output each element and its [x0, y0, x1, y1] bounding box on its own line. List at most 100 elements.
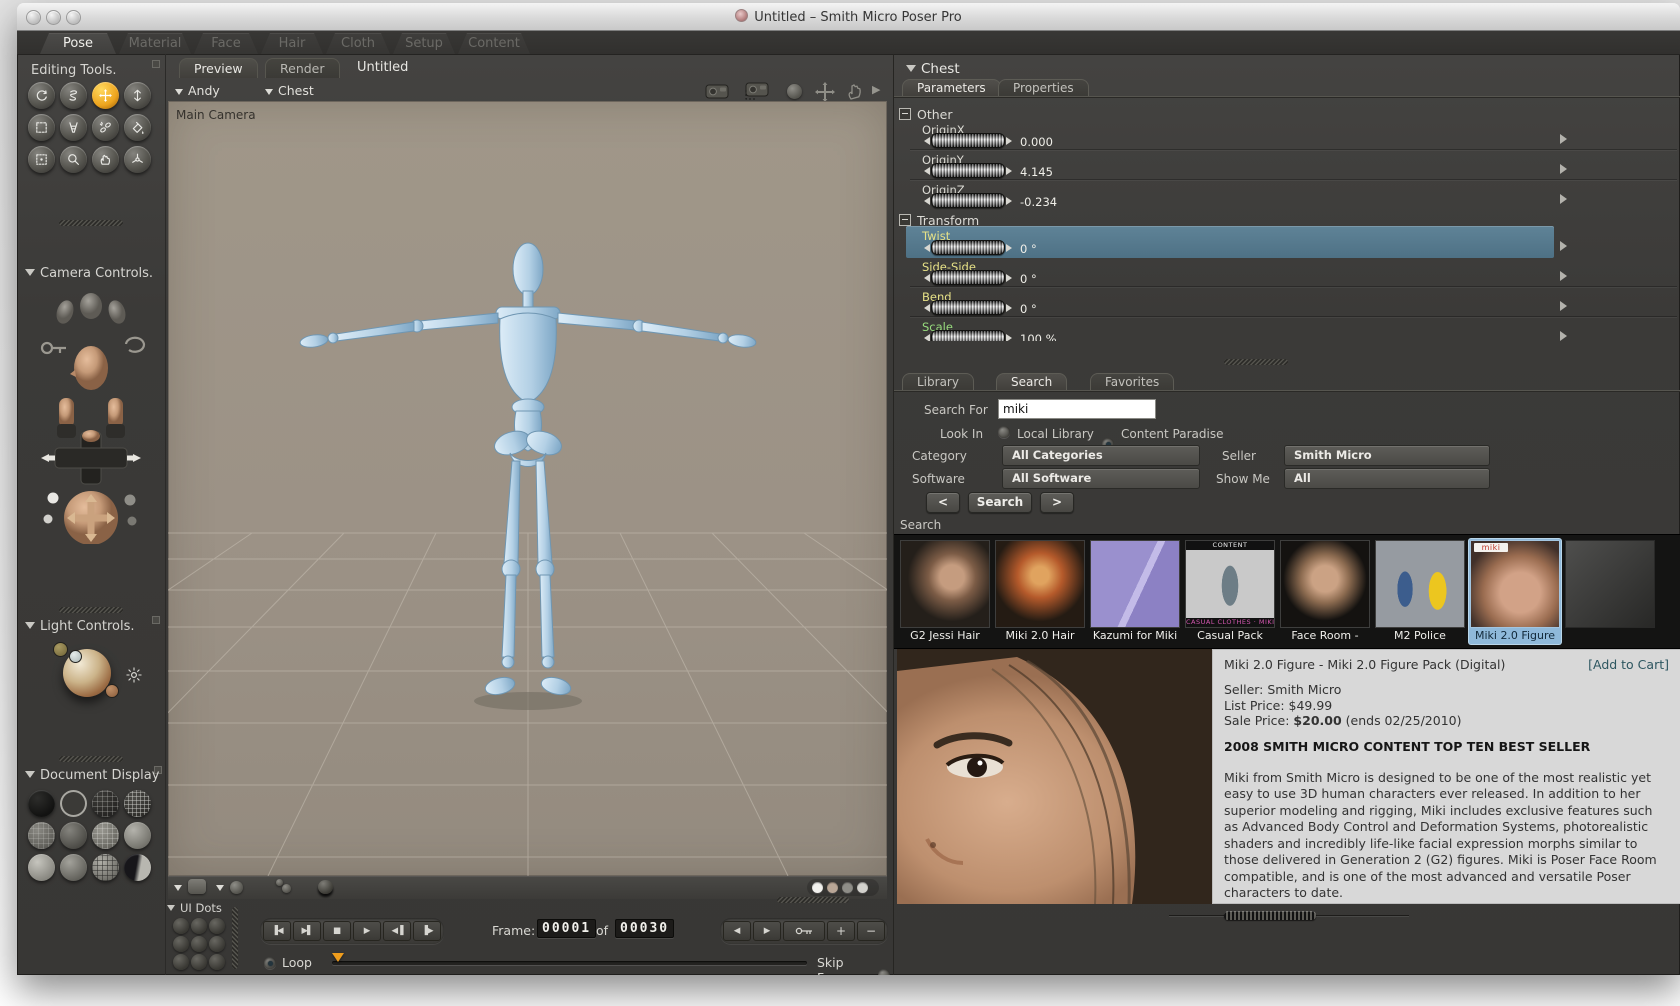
display-flat-lined-icon[interactable]: [92, 822, 119, 849]
dial-options-arrow[interactable]: [1560, 164, 1567, 174]
local-library-label[interactable]: Local Library: [1017, 427, 1094, 441]
display-wireframe-icon[interactable]: [92, 790, 119, 817]
depth-cue-button[interactable]: [188, 879, 206, 894]
dial-side-side[interactable]: [924, 270, 1012, 285]
camera-controls-art[interactable]: [31, 286, 151, 545]
sidebar-grip[interactable]: [59, 607, 123, 613]
ui-dots-title[interactable]: UI Dots: [167, 901, 222, 915]
dial-scale[interactable]: [924, 330, 1012, 341]
morphing-tool-icon[interactable]: [92, 146, 119, 173]
tab-pose[interactable]: Pose: [40, 33, 116, 54]
sun-brightness-icon[interactable]: [125, 666, 143, 684]
skip-to-end-button[interactable]: ▶ ▌: [293, 921, 321, 941]
chain-break-tool-icon[interactable]: [92, 114, 119, 141]
dial-options-arrow[interactable]: [1560, 194, 1567, 204]
previous-keyframe-button[interactable]: ◀: [723, 921, 751, 941]
dial-options-arrow[interactable]: [1560, 134, 1567, 144]
step-back-button[interactable]: ◀ ▐: [383, 921, 411, 941]
result-item[interactable]: Miki 2.0 Hair: [994, 539, 1086, 644]
ui-dot[interactable]: [209, 936, 225, 952]
step-forward-button[interactable]: ▐ ▶: [413, 921, 441, 941]
view-dot-light[interactable]: [857, 882, 868, 893]
tab-properties[interactable]: Properties: [998, 79, 1089, 97]
result-item-selected[interactable]: miki Miki 2.0 Figure: [1469, 539, 1561, 644]
dial-options-arrow[interactable]: [1560, 331, 1567, 341]
view-dot-white[interactable]: [812, 882, 823, 893]
timeline-slider[interactable]: [332, 953, 807, 965]
display-flat-shaded-icon[interactable]: [60, 822, 87, 849]
play-button[interactable]: ▶: [353, 921, 381, 941]
next-page-button[interactable]: >: [1040, 492, 1074, 513]
next-keyframe-button[interactable]: ▶: [753, 921, 781, 941]
figure-right-upper-arm[interactable]: [557, 312, 637, 331]
figure-right-hand[interactable]: [727, 333, 757, 349]
tracking-popup-triangle[interactable]: [216, 885, 224, 891]
left-hand-camera-icon[interactable]: [54, 298, 77, 326]
twist-tool-icon[interactable]: [60, 82, 87, 109]
bottom-resize-handle[interactable]: [1224, 911, 1316, 920]
ui-dot[interactable]: [209, 918, 225, 934]
sidebar-grip[interactable]: [59, 756, 123, 762]
ui-dot[interactable]: [209, 954, 225, 970]
tab-hair[interactable]: Hair: [261, 33, 323, 54]
ui-dot[interactable]: [173, 954, 189, 970]
ui-dot[interactable]: [191, 918, 207, 934]
local-library-radio[interactable]: [998, 426, 1010, 438]
loop-radio[interactable]: [264, 957, 276, 969]
tab-render[interactable]: Render: [265, 58, 340, 78]
select-camera-icon[interactable]: [740, 80, 770, 101]
figure-neck[interactable]: [522, 290, 534, 308]
figure-chest[interactable]: [499, 312, 557, 404]
previous-page-button[interactable]: <: [926, 492, 960, 513]
stop-button[interactable]: ■: [323, 921, 351, 941]
figure-right-thigh[interactable]: [535, 460, 553, 564]
face-camera-head-icon[interactable]: [74, 346, 108, 390]
light-controls-title[interactable]: Light Controls.: [25, 619, 134, 634]
figure-left-ankle[interactable]: [501, 655, 515, 669]
actor-select-menu[interactable]: Chest: [265, 83, 314, 98]
figure-left-thigh[interactable]: [503, 460, 521, 564]
result-item[interactable]: Kazumi for Miki: [1089, 539, 1181, 644]
result-item[interactable]: Face Room -: [1279, 539, 1371, 644]
figure-left-shin[interactable]: [501, 574, 517, 658]
taper-tool-icon[interactable]: [60, 114, 87, 141]
scale-tool-icon[interactable]: [28, 114, 55, 141]
move-camera-cross-icon[interactable]: [815, 82, 835, 102]
skip-to-start-button[interactable]: ▐ ◀: [263, 921, 291, 941]
ui-dot[interactable]: [191, 954, 207, 970]
group-other[interactable]: Other: [899, 107, 953, 122]
light-dot-3[interactable]: [105, 684, 119, 698]
move-xyz-cross-icon[interactable]: [41, 430, 141, 494]
tab-library[interactable]: Library: [902, 373, 974, 391]
display-lit-wireframe-icon[interactable]: [28, 822, 55, 849]
title-bar[interactable]: Untitled – Smith Micro Poser Pro: [17, 3, 1680, 31]
left-hand-camera-large-icon[interactable]: [57, 398, 76, 438]
tab-cloth[interactable]: Cloth: [326, 33, 390, 54]
shadow-sphere-icon[interactable]: [318, 880, 333, 894]
translate-in-out-tool-icon[interactable]: [124, 82, 151, 109]
from-left-camera-head-icon[interactable]: [80, 293, 102, 319]
tab-setup[interactable]: Setup: [393, 33, 455, 54]
display-outline-icon[interactable]: [60, 790, 87, 817]
dial-originy[interactable]: [924, 163, 1012, 178]
content-paradise-label[interactable]: Content Paradise: [1121, 427, 1223, 441]
color-tool-icon[interactable]: [124, 114, 151, 141]
display-silhouette-icon[interactable]: [28, 790, 55, 817]
figure-right-shin[interactable]: [539, 574, 555, 658]
dial-options-arrow[interactable]: [1560, 241, 1567, 251]
viewport[interactable]: Main Camera: [168, 101, 887, 876]
result-item[interactable]: CONTENT CASUAL CLOTHES · MIKI Casual Pac…: [1184, 539, 1276, 644]
camera-icon[interactable]: [705, 82, 731, 99]
right-hand-camera-large-icon[interactable]: [106, 398, 125, 438]
dial-originz[interactable]: [924, 193, 1012, 208]
light-dot-1[interactable]: [53, 642, 68, 657]
playback-left-grip[interactable]: [232, 907, 238, 969]
orbit-dot-1[interactable]: [47, 492, 59, 504]
tab-material[interactable]: Material: [119, 33, 191, 54]
pointer-hand-icon[interactable]: [846, 82, 862, 100]
dial-options-arrow[interactable]: [1560, 301, 1567, 311]
search-input[interactable]: [998, 399, 1156, 419]
sidebar-grip[interactable]: [59, 220, 123, 226]
tab-parameters[interactable]: Parameters: [902, 79, 1001, 97]
animating-key-icon[interactable]: [40, 341, 66, 355]
